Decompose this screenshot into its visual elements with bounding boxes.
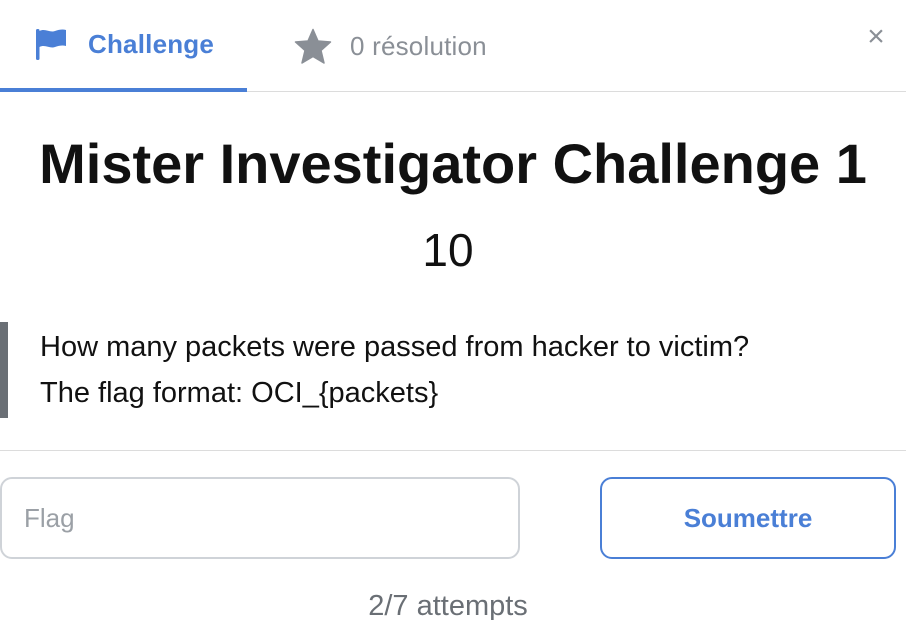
flag-input[interactable]	[0, 477, 520, 559]
close-icon: ×	[867, 20, 885, 53]
description-line: How many packets were passed from hacker…	[40, 331, 750, 363]
challenge-modal: Challenge 0 résolution × Mister Investig…	[0, 0, 906, 620]
flag-icon	[34, 27, 68, 61]
tab-solves[interactable]: 0 résolution	[294, 0, 524, 92]
challenge-value: 10	[422, 224, 474, 276]
challenge-description: How many packets were passed from hacker…	[0, 322, 906, 418]
tab-solves-label: 0 résolution	[350, 30, 487, 61]
tab-bar: Challenge 0 résolution ×	[0, 0, 906, 92]
challenge-title: Mister Investigator Challenge 1	[39, 132, 867, 195]
close-button[interactable]: ×	[862, 20, 890, 54]
tab-challenge[interactable]: Challenge	[0, 0, 247, 92]
divider	[0, 450, 906, 451]
submit-button[interactable]: Soumettre	[600, 477, 896, 559]
tab-challenge-label: Challenge	[88, 28, 215, 59]
description-line: The flag format: OCI_{packets}	[40, 377, 439, 409]
attempts-counter: 2/7 attempts	[368, 590, 528, 620]
star-icon	[294, 28, 332, 64]
